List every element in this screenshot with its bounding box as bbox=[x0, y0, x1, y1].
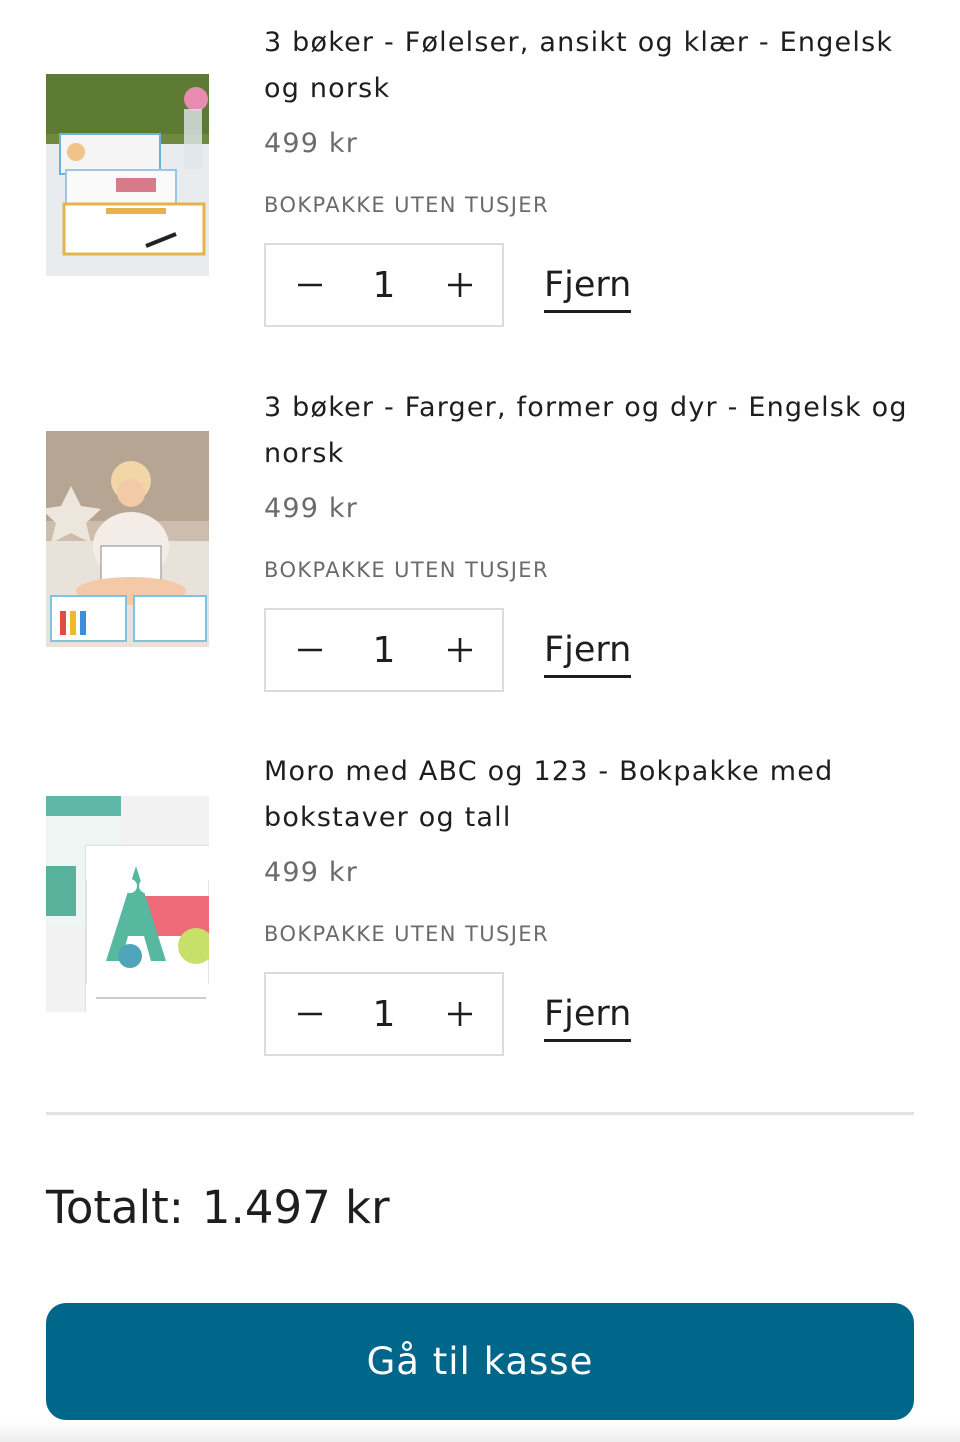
product-price: 499 kr bbox=[264, 493, 359, 524]
product-image[interactable] bbox=[46, 74, 209, 276]
product-variant: BOKPAKKE UTEN TUSJER bbox=[264, 193, 549, 217]
product-variant: BOKPAKKE UTEN TUSJER bbox=[264, 558, 549, 582]
remove-link[interactable]: Fjern bbox=[544, 993, 632, 1042]
plus-icon bbox=[448, 638, 472, 662]
product-photo-child-reading bbox=[46, 431, 209, 647]
quantity-input[interactable]: 1 bbox=[346, 974, 422, 1054]
minus-icon bbox=[298, 283, 322, 287]
product-price: 499 kr bbox=[264, 128, 359, 159]
total-label: Totalt: bbox=[46, 1181, 184, 1234]
minus-icon bbox=[298, 1012, 322, 1016]
product-title[interactable]: Moro med ABC og 123 - Bokpakke med bokst… bbox=[264, 749, 914, 841]
bottom-shade bbox=[0, 1422, 960, 1442]
quantity-stepper: 1 bbox=[264, 608, 504, 692]
minus-icon bbox=[298, 648, 322, 652]
decrease-quantity-button[interactable] bbox=[270, 610, 350, 690]
checkout-button[interactable]: Gå til kasse bbox=[46, 1303, 914, 1420]
cart-item: 3 bøker - Følelser, ansikt og klær - Eng… bbox=[0, 0, 960, 340]
plus-icon bbox=[448, 273, 472, 297]
product-title[interactable]: 3 bøker - Følelser, ansikt og klær - Eng… bbox=[264, 20, 914, 112]
remove-link[interactable]: Fjern bbox=[544, 629, 632, 678]
product-price: 499 kr bbox=[264, 857, 359, 888]
cart-total: Totalt: 1.497 kr bbox=[46, 1178, 390, 1238]
cart-item: 3 bøker - Farger, former og dyr - Engels… bbox=[0, 365, 960, 705]
increase-quantity-button[interactable] bbox=[420, 245, 500, 325]
decrease-quantity-button[interactable] bbox=[270, 245, 350, 325]
total-value: 1.497 kr bbox=[201, 1181, 390, 1234]
quantity-input[interactable]: 1 bbox=[346, 610, 422, 690]
product-image[interactable] bbox=[46, 796, 209, 1012]
cart-item: Moro med ABC og 123 - Bokpakke med bokst… bbox=[0, 729, 960, 1069]
plus-icon bbox=[448, 1002, 472, 1026]
product-photo-abc-book bbox=[46, 796, 209, 1012]
divider bbox=[46, 1112, 914, 1115]
quantity-input[interactable]: 1 bbox=[346, 245, 422, 325]
quantity-stepper: 1 bbox=[264, 972, 504, 1056]
product-photo-books-garden bbox=[46, 74, 209, 276]
product-variant: BOKPAKKE UTEN TUSJER bbox=[264, 922, 549, 946]
decrease-quantity-button[interactable] bbox=[270, 974, 350, 1054]
increase-quantity-button[interactable] bbox=[420, 974, 500, 1054]
product-title[interactable]: 3 bøker - Farger, former og dyr - Engels… bbox=[264, 385, 914, 477]
product-image[interactable] bbox=[46, 431, 209, 647]
quantity-stepper: 1 bbox=[264, 243, 504, 327]
increase-quantity-button[interactable] bbox=[420, 610, 500, 690]
remove-link[interactable]: Fjern bbox=[544, 264, 632, 313]
